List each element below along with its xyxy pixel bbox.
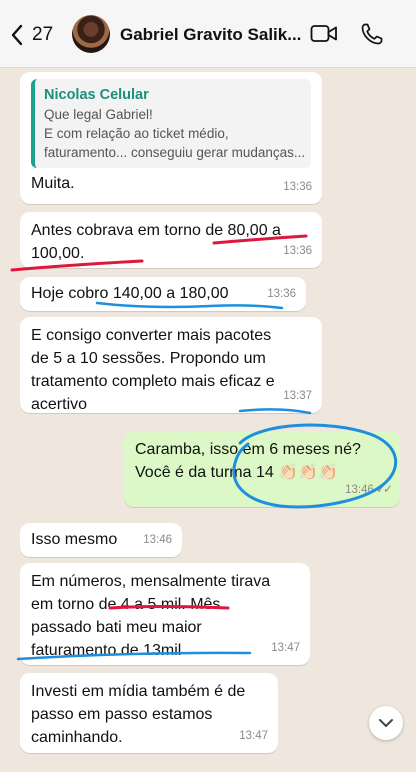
message-time: 13:37 [283, 390, 312, 402]
quoted-text-line: faturamento... conseguiu gerar mudanças.… [44, 145, 306, 160]
voice-call-button[interactable] [360, 22, 384, 51]
message-text-line: em torno de 4 a 5 mil. Mês [31, 596, 221, 613]
message-bubble-outgoing[interactable]: Caramba, isso em 6 meses né? Você é da t… [124, 431, 400, 507]
back-button[interactable]: 27 [10, 20, 53, 50]
message-time: 13:47 [271, 642, 300, 654]
message-text-line: E consigo converter mais pacotes [31, 327, 272, 344]
message-text-line: caminhando. [31, 729, 123, 746]
message-text-line: Muita. [31, 175, 75, 192]
message-time: 13:46 [143, 534, 172, 546]
message-time: 13:36 [267, 288, 296, 300]
message-text-line: Antes cobrava em torno de 80,00 a [31, 222, 281, 239]
message-time: 13:36 [283, 181, 312, 193]
message-text-line: de 5 a 10 sessões. Propondo um [31, 350, 266, 367]
unread-count: 27 [32, 24, 54, 45]
message-list[interactable]: Nicolas Celular Que legal Gabriel! E com… [0, 68, 416, 772]
message-text-line: Hoje cobro 140,00 a 180,00 [31, 285, 229, 302]
message-time: 13:46 [345, 484, 374, 496]
quoted-message[interactable]: Nicolas Celular Que legal Gabriel! E com… [31, 79, 311, 168]
message-bubble[interactable]: Em números, mensalmente tirava em torno … [20, 563, 310, 665]
message-text-line: faturamento de 13mil [31, 642, 182, 659]
message-text-line: Em números, mensalmente tirava [31, 573, 271, 590]
message-time: 13:36 [283, 245, 312, 257]
chat-header: 27 Gabriel Gravito Salik... [0, 0, 416, 68]
quoted-text-line: Que legal Gabriel! [44, 107, 153, 122]
phone-icon [361, 23, 383, 45]
message-time-status: 13:46 ✓✓ [345, 478, 393, 502]
message-text-line: Caramba, isso em 6 meses né? [135, 441, 361, 458]
message-bubble[interactable]: Nicolas Celular Que legal Gabriel! E com… [20, 72, 322, 204]
message-text-line: tratamento completo mais eficaz e [31, 373, 275, 390]
quoted-author: Nicolas Celular [44, 87, 149, 103]
scroll-to-bottom-button[interactable] [369, 706, 403, 740]
read-ticks-icon: ✓✓ [375, 482, 393, 496]
message-text-line: Investi em mídia também é de [31, 683, 246, 700]
message-time: 13:47 [239, 730, 268, 742]
chevron-left-icon [11, 24, 23, 46]
message-bubble[interactable]: E consigo converter mais pacotes de 5 a … [20, 317, 322, 413]
message-bubble[interactable]: Antes cobrava em torno de 80,00 a 100,00… [20, 212, 322, 268]
contact-name[interactable]: Gabriel Gravito Salik... [120, 25, 301, 45]
message-bubble[interactable]: Hoje cobro 140,00 a 180,00 13:36 [20, 277, 306, 311]
message-text-line: passo em passo estamos [31, 706, 213, 723]
message-bubble[interactable]: Isso mesmo 13:46 [20, 523, 182, 557]
avatar[interactable] [72, 15, 110, 53]
message-text-line: passado bati meu maior [31, 619, 202, 636]
message-text-line: acertivo [31, 396, 88, 413]
message-bubble[interactable]: Investi em mídia também é de passo em pa… [20, 673, 278, 753]
chevron-down-icon [379, 719, 393, 727]
quoted-text-line: E com relação ao ticket médio, [44, 126, 229, 141]
video-call-button[interactable] [310, 22, 338, 51]
video-camera-icon [310, 25, 337, 42]
message-text-line: 100,00. [31, 245, 85, 262]
